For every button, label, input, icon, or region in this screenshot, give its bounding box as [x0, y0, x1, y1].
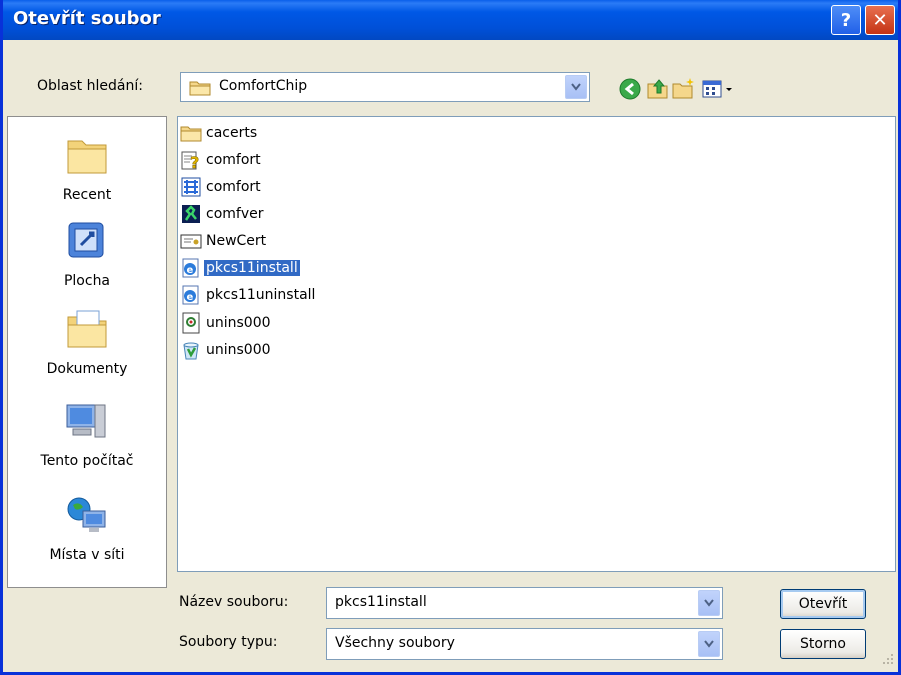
application-icon: [181, 177, 201, 197]
certificate-icon: [180, 234, 202, 249]
file-item-newcert[interactable]: NewCert: [180, 229, 268, 253]
file-name: pkcs11install: [203, 259, 301, 277]
file-item-pkcs11install[interactable]: e pkcs11install: [180, 256, 301, 280]
my-computer-icon: [66, 404, 106, 438]
new-folder-icon[interactable]: [671, 76, 697, 102]
html-file-icon: e: [182, 258, 199, 278]
file-name: cacerts: [206, 125, 258, 141]
lookin-combo[interactable]: ComfortChip: [180, 72, 590, 102]
lookin-dropdown-arrow[interactable]: [565, 75, 587, 99]
place-my-computer[interactable]: Tento počítač: [8, 399, 166, 469]
filetype-value: Všechny soubory: [335, 635, 455, 651]
place-label: Plocha: [63, 273, 111, 289]
filetype-dropdown-arrow[interactable]: [698, 631, 720, 657]
up-folder-icon[interactable]: [645, 76, 671, 102]
cancel-button[interactable]: Storno: [780, 629, 866, 659]
file-item-unins000-dat[interactable]: unins000: [180, 311, 273, 335]
place-documents[interactable]: Dokumenty: [8, 307, 166, 377]
file-name: pkcs11uninstall: [206, 287, 316, 303]
executable-icon: [182, 205, 200, 223]
filename-label: Název souboru:: [179, 594, 289, 610]
svg-text:e: e: [187, 292, 194, 303]
file-item-comfort-help[interactable]: ? comfort: [180, 148, 263, 172]
lookin-label: Oblast hledání:: [37, 78, 143, 94]
resize-grip-icon[interactable]: [881, 652, 895, 666]
place-recent[interactable]: Recent: [8, 133, 166, 203]
file-item-comfver[interactable]: comfver: [180, 202, 265, 226]
place-label: Recent: [62, 187, 112, 203]
title-bar[interactable]: Otevřít soubor ? ✕: [3, 0, 898, 40]
filename-input[interactable]: pkcs11install: [326, 587, 723, 619]
file-name: NewCert: [206, 233, 267, 249]
chevron-down-icon: [704, 640, 714, 648]
close-button[interactable]: ✕: [865, 5, 895, 35]
html-file-icon: e: [182, 285, 199, 305]
file-name: comfort: [206, 179, 261, 195]
window-title: Otevřít soubor: [13, 8, 161, 29]
svg-text:?: ?: [190, 153, 199, 171]
open-file-dialog: Otevřít soubor ? ✕ Oblast hledání: Comfo…: [0, 0, 901, 675]
desktop-icon: [68, 222, 104, 258]
place-label: Místa v síti: [49, 547, 125, 563]
help-file-icon: ?: [181, 151, 200, 171]
filetype-label: Soubory typu:: [179, 634, 278, 650]
chevron-down-icon: [704, 599, 714, 607]
file-item-comfort-app[interactable]: comfort: [180, 175, 263, 199]
recent-folder-icon: [67, 140, 107, 174]
lookin-value: ComfortChip: [219, 78, 308, 94]
file-name: unins000: [206, 342, 271, 358]
file-name: comfver: [206, 206, 264, 222]
svg-text:e: e: [187, 265, 194, 276]
folder-icon: [180, 126, 202, 142]
help-button[interactable]: ?: [831, 5, 861, 35]
uninstaller-icon: [183, 342, 199, 360]
documents-folder-icon: [67, 310, 107, 348]
filename-value: pkcs11install: [335, 594, 427, 610]
places-bar: Recent Plocha Dokumenty Tento počítač Mí…: [7, 116, 167, 588]
folder-icon: [189, 81, 211, 96]
network-places-icon: [67, 497, 106, 532]
file-item-pkcs11uninstall[interactable]: e pkcs11uninstall: [180, 283, 317, 307]
filename-dropdown-arrow[interactable]: [698, 590, 720, 616]
file-name: comfort: [206, 152, 261, 168]
file-item-cacerts[interactable]: cacerts: [180, 121, 259, 145]
dat-file-icon: [182, 312, 200, 334]
filetype-select[interactable]: Všechny soubory: [326, 628, 723, 660]
back-icon[interactable]: [617, 76, 643, 102]
place-label: Dokumenty: [46, 361, 128, 377]
place-desktop[interactable]: Plocha: [8, 219, 166, 289]
file-name: unins000: [206, 315, 271, 331]
chevron-down-icon: [571, 83, 581, 91]
file-item-unins000-exe[interactable]: unins000: [180, 338, 273, 362]
place-label: Tento počítač: [40, 453, 134, 469]
place-network[interactable]: Místa v síti: [8, 493, 166, 563]
open-button[interactable]: Otevřít: [780, 589, 866, 619]
file-list[interactable]: cacerts ? comfort comfort comfver NewCer…: [177, 116, 896, 572]
view-menu-icon[interactable]: [701, 76, 737, 102]
